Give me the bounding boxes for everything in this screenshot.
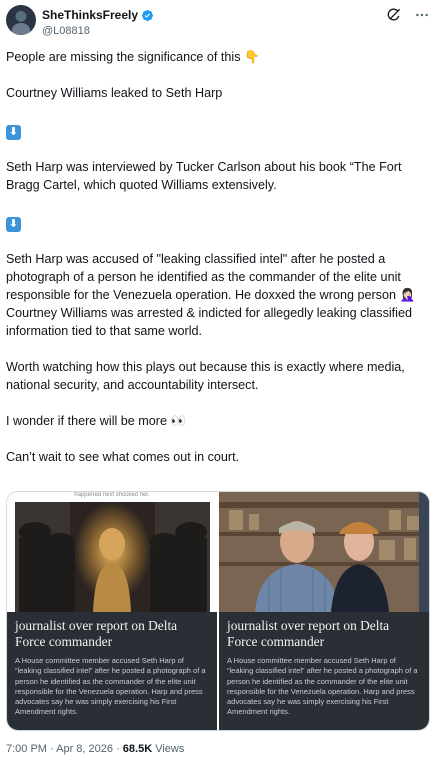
arrow-down-icon: ⬇: [6, 125, 21, 140]
photo-two-men: [219, 492, 429, 612]
tweet-line: Courtney Williams leaked to Seth Harp: [6, 86, 223, 100]
author-handle[interactable]: @L08818: [42, 25, 90, 37]
tweet-header: SheThinksFreely @L08818: [6, 5, 432, 41]
article-summary: A House committee member accused Seth Ha…: [227, 656, 418, 717]
arrow-down-icon: ⬇: [6, 217, 21, 232]
grok-icon[interactable]: [386, 7, 402, 23]
more-icon[interactable]: [414, 7, 430, 23]
tweet-line: Courtney Williams was arrested & indicte…: [6, 306, 412, 338]
media-image-left[interactable]: happened next shocked her. journalist ov…: [7, 492, 217, 730]
article-caption-left: journalist over report on Delta Force co…: [7, 612, 217, 730]
article-caption-right: journalist over report on Delta Force co…: [219, 612, 429, 730]
tweet-line: Seth Harp was interviewed by Tucker Carl…: [6, 160, 402, 192]
author-display-name[interactable]: SheThinksFreely: [42, 8, 138, 22]
tweet-media[interactable]: happened next shocked her. journalist ov…: [6, 491, 430, 731]
soldiers-silhouette-image: [15, 502, 210, 612]
article-headline: journalist over report on Delta Force co…: [15, 618, 178, 649]
tweet-text: People are missing the significance of t…: [6, 48, 432, 466]
article-summary: A House committee member accused Seth Ha…: [15, 656, 206, 717]
views-label: Views: [152, 743, 185, 755]
verified-badge-icon: [141, 9, 154, 22]
tweet-line: Can’t wait to see what comes out in cour…: [6, 450, 240, 464]
avatar[interactable]: [6, 5, 36, 35]
tweet-timestamp[interactable]: 7:00 PM · Apr 8, 2026 ·: [6, 743, 123, 755]
illustration-image: happened next shocked her.: [7, 492, 217, 612]
views-count: 68.5K: [122, 743, 153, 755]
tweet-top-actions: [386, 7, 430, 23]
tweet-line: People are missing the significance of t…: [6, 50, 260, 64]
article-headline: journalist over report on Delta Force co…: [227, 618, 390, 649]
article-top-strip: happened next shocked her.: [74, 492, 150, 498]
tweet-line: I wonder if there will be more 👀: [6, 414, 187, 428]
media-image-right[interactable]: journalist over report on Delta Force co…: [219, 492, 429, 730]
author-name-row: SheThinksFreely: [42, 8, 154, 22]
tweet-line: Worth watching how this plays out becaus…: [6, 360, 405, 392]
tweet-line: Seth Harp was accused of "leaking classi…: [6, 252, 416, 302]
tweet-footer: 7:00 PM · Apr 8, 2026 · 68.5K Views: [6, 743, 184, 755]
